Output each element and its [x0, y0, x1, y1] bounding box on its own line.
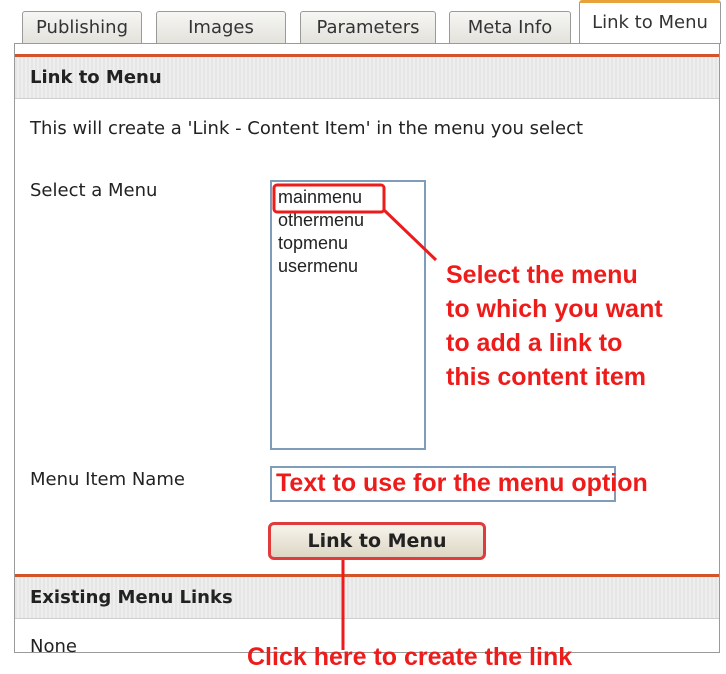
menu-option[interactable]: topmenu	[278, 232, 418, 255]
tab-bar: Publishing Images Parameters Meta Info L…	[0, 0, 726, 44]
tab-label: Parameters	[316, 17, 420, 38]
tab-label: Images	[188, 17, 254, 38]
menu-option[interactable]: othermenu	[278, 209, 418, 232]
link-description: This will create a 'Link - Content Item'…	[30, 118, 584, 139]
select-menu-label: Select a Menu	[30, 180, 158, 201]
annotation-line: Select the menu	[446, 261, 638, 289]
link-to-menu-button[interactable]: Link to Menu	[268, 522, 486, 560]
button-annotation: Click here to create the link	[247, 643, 573, 671]
existing-links-title: Existing Menu Links	[15, 577, 719, 619]
select-menu-annotation: Select the menu to which you want to add…	[446, 258, 663, 394]
menu-option[interactable]: mainmenu	[278, 186, 418, 209]
tab-label: Meta Info	[467, 17, 553, 38]
tab-label: Publishing	[36, 17, 128, 38]
existing-links-value: None	[30, 636, 77, 657]
menu-select-list[interactable]: mainmenu othermenu topmenu usermenu	[270, 180, 426, 450]
tab-meta-info[interactable]: Meta Info	[449, 11, 571, 43]
text-field-annotation: Text to use for the menu option	[276, 469, 648, 497]
menu-option[interactable]: usermenu	[278, 255, 418, 278]
tab-label: Link to Menu	[592, 12, 708, 33]
tab-link-to-menu[interactable]: Link to Menu	[579, 0, 721, 44]
tab-images[interactable]: Images	[156, 11, 286, 43]
annotation-line: this content item	[446, 363, 647, 391]
annotation-line: to which you want	[446, 295, 663, 323]
tab-publishing[interactable]: Publishing	[22, 11, 142, 43]
annotation-line: to add a link to	[446, 329, 623, 357]
link-section-title: Link to Menu	[15, 57, 719, 99]
menu-item-name-label: Menu Item Name	[30, 469, 185, 490]
tab-parameters[interactable]: Parameters	[300, 11, 436, 43]
